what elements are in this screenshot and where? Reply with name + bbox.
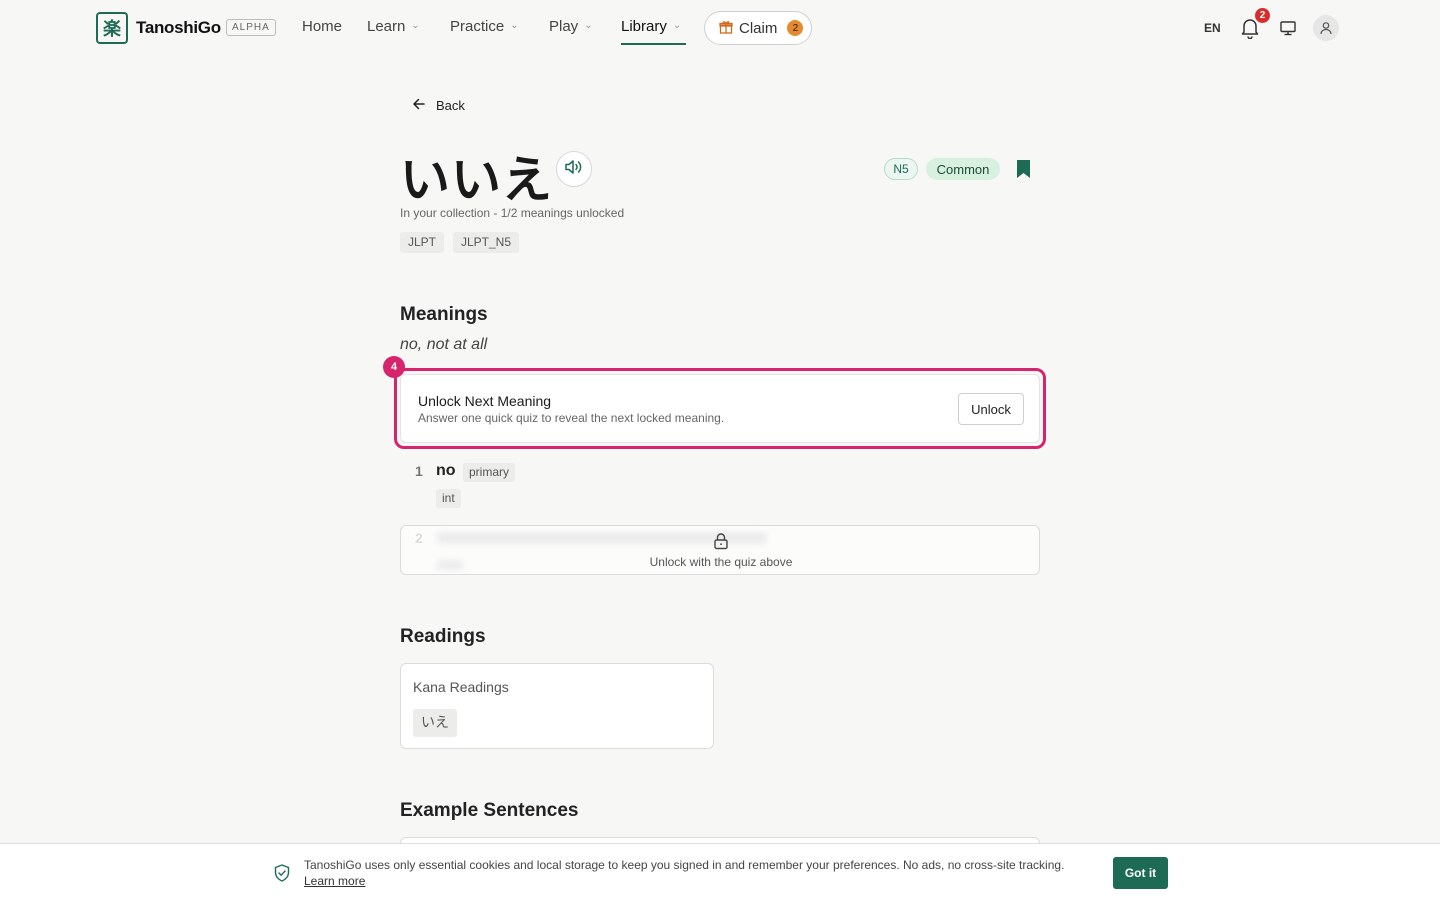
nav-learn-label: Learn: [367, 18, 406, 35]
meanings-heading: Meanings: [400, 304, 488, 325]
user-avatar-icon[interactable]: [1313, 15, 1339, 41]
logo-icon[interactable]: 楽: [96, 12, 128, 44]
cookie-text: TanoshiGo uses only essential cookies an…: [304, 858, 1065, 872]
unlock-card-title: Unlock Next Meaning: [418, 393, 552, 409]
claim-button[interactable]: Claim 2: [704, 11, 812, 45]
chevron-down-icon: ⌄: [510, 20, 519, 31]
lock-icon: [712, 532, 730, 550]
tutorial-step-badge: 4: [383, 356, 405, 378]
learn-more-link[interactable]: Learn more: [304, 874, 365, 888]
monitor-icon[interactable]: [1279, 19, 1297, 37]
nav-library[interactable]: Library ⌄: [621, 18, 681, 35]
nav-library-label: Library: [621, 18, 667, 35]
nav-home[interactable]: Home: [302, 18, 342, 35]
tag-chip: JLPT_N5: [453, 232, 520, 253]
meanings-summary: no, not at all: [400, 336, 488, 353]
nav-learn[interactable]: Learn ⌄: [367, 18, 420, 35]
tag-chip: JLPT: [400, 232, 445, 253]
locked-meaning-card: 2 Unlock with the quiz above: [400, 525, 1040, 575]
notification-count-badge: 2: [1255, 8, 1270, 23]
collection-status: In your collection - 1/2 meanings unlock…: [400, 206, 625, 220]
meaning-number: 2: [415, 530, 423, 546]
claim-label: Claim: [739, 19, 778, 37]
chevron-down-icon: ⌄: [411, 20, 420, 31]
nav-practice-label: Practice: [450, 18, 505, 35]
got-it-button[interactable]: Got it: [1113, 857, 1168, 889]
chevron-down-icon: ⌄: [672, 20, 682, 31]
gift-icon: [719, 20, 733, 37]
unlock-meaning-card: Unlock Next Meaning Answer one quick qui…: [400, 374, 1040, 443]
example-sentences-heading: Example Sentences: [400, 800, 579, 821]
back-link[interactable]: Back: [412, 97, 465, 114]
common-badge: Common: [926, 158, 1000, 180]
play-audio-button[interactable]: [556, 151, 592, 187]
alpha-badge: ALPHA: [226, 19, 276, 36]
locked-meaning-hint: Unlock with the quiz above: [649, 555, 793, 569]
part-of-speech-chip: int: [436, 489, 461, 508]
nav-play-label: Play: [549, 18, 579, 35]
speaker-icon: [564, 158, 584, 181]
nav-practice[interactable]: Practice ⌄: [450, 18, 519, 35]
meaning-number: 1: [415, 463, 423, 479]
claim-count-badge: 2: [787, 20, 804, 36]
kana-readings-label: Kana Readings: [413, 679, 509, 695]
vocab-word: いいえ: [400, 151, 553, 209]
arrow-left-icon: [412, 97, 426, 114]
brand-name[interactable]: TanoshiGo: [136, 18, 221, 38]
language-switcher[interactable]: EN: [1204, 21, 1221, 35]
nav-play[interactable]: Play ⌄: [549, 18, 593, 35]
primary-badge: primary: [463, 463, 516, 482]
kana-readings-card: Kana Readings いえ: [400, 663, 714, 749]
kana-reading-chip: いえ: [413, 709, 457, 737]
cookie-banner: TanoshiGo uses only essential cookies an…: [0, 843, 1440, 900]
nav-home-label: Home: [302, 18, 343, 35]
readings-heading: Readings: [400, 626, 486, 647]
top-navbar: 楽 TanoshiGo ALPHA Home Learn ⌄ Practice ⌄ …: [0, 0, 1440, 56]
bookmark-icon[interactable]: [1016, 159, 1031, 179]
back-label: Back: [436, 98, 465, 113]
nav-active-indicator: [621, 43, 686, 45]
unlock-button[interactable]: Unlock: [958, 393, 1024, 425]
unlock-card-subtitle: Answer one quick quiz to reveal the next…: [418, 411, 725, 425]
shield-check-icon: [274, 864, 290, 882]
jlpt-level-badge: N5: [884, 158, 918, 180]
meaning-word: no: [436, 462, 456, 479]
cookie-message: TanoshiGo uses only essential cookies an…: [304, 857, 1084, 889]
chevron-down-icon: ⌄: [584, 20, 593, 31]
